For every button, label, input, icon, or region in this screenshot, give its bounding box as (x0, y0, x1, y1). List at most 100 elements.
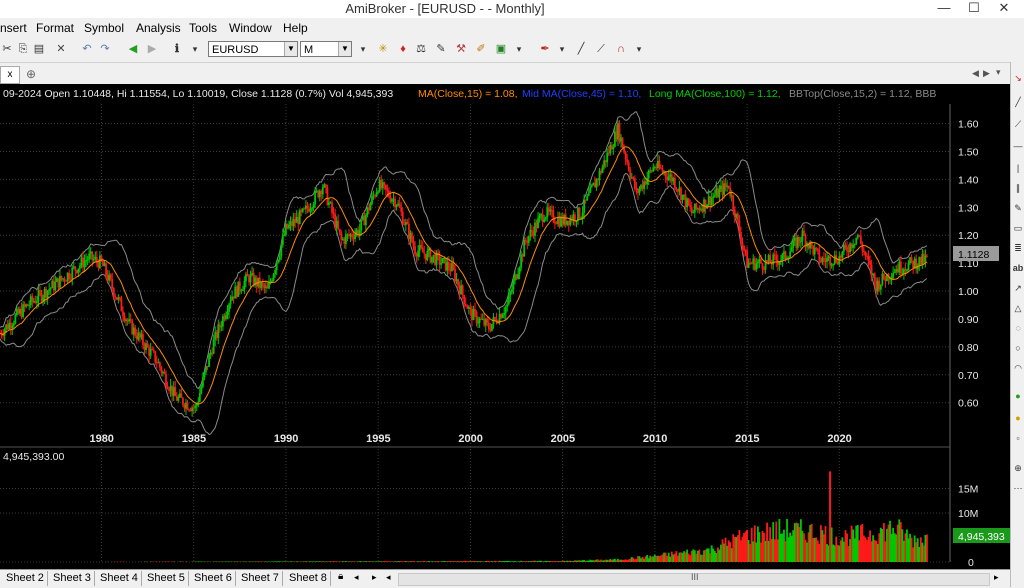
ray-tool-icon[interactable]: ⟋ (594, 42, 608, 56)
volume-bar (276, 561, 278, 562)
crosshair-icon[interactable]: ✳ (376, 42, 390, 56)
copy-icon[interactable]: ⎘ (16, 42, 30, 56)
text-tool-icon[interactable]: ab (1012, 262, 1024, 274)
maximize-button[interactable]: ☐ (960, 0, 988, 18)
price-chart[interactable]: 1.601.501.401.301.201.101.000.900.800.70… (0, 84, 1010, 569)
menu-format[interactable]: Format (36, 21, 74, 35)
export-icon[interactable]: ▣ (494, 42, 508, 56)
redo-icon[interactable]: ↷ (98, 42, 112, 56)
candle-body (242, 289, 244, 290)
menu-help[interactable]: Help (283, 21, 308, 35)
volume-bar (636, 559, 638, 562)
green-marker-icon[interactable]: ● (1012, 390, 1024, 402)
pen-tool-icon[interactable]: ✎ (1012, 202, 1024, 214)
magnet-dropdown-icon[interactable]: ▾ (632, 42, 646, 56)
menu-analysis[interactable]: Analysis (136, 21, 181, 35)
close-window-button[interactable]: ✕ (990, 0, 1018, 18)
lock-icon[interactable]: 🔒︎ (338, 571, 343, 582)
candle-body (648, 171, 650, 178)
minimize-button[interactable]: — (930, 0, 958, 18)
line-tool-icon[interactable]: ╱ (574, 42, 588, 56)
candle-body (606, 153, 608, 163)
vertical-line-icon[interactable]: | (1012, 162, 1024, 174)
volume-bar (551, 561, 553, 562)
parallel-lines-icon[interactable]: ∥ (1012, 182, 1024, 194)
candle-body (271, 281, 273, 282)
info-dropdown-icon[interactable]: ▾ (188, 42, 202, 56)
interval-dropdown-icon[interactable]: ▼ (338, 42, 351, 56)
scroll-left-icon[interactable]: ◂ (386, 572, 391, 583)
sheet-tab-8[interactable]: Sheet 8 (286, 571, 331, 586)
volume-bar (629, 559, 631, 562)
tab-menu-icon[interactable]: ▾ (996, 67, 1001, 78)
more-tools-icon[interactable]: ⋯ (1012, 482, 1024, 494)
menu-window[interactable]: Window (229, 21, 272, 35)
sheet-tab-4[interactable]: Sheet 4 (97, 571, 142, 586)
fibonacci-tool-icon[interactable]: ≣ (1012, 242, 1024, 254)
forward-icon[interactable]: ▶ (145, 42, 159, 56)
eraser-tool-icon[interactable]: ▫ (1012, 432, 1024, 444)
volume-bar (420, 561, 422, 562)
symbol-dropdown-icon[interactable]: ▼ (284, 42, 297, 56)
back-icon[interactable]: ◀ (126, 42, 140, 56)
zoom-tool-icon[interactable]: ⊕ (1012, 462, 1024, 474)
close-tab-button[interactable]: x (0, 66, 20, 84)
symbol-combo[interactable]: EURUSD ▼ (208, 41, 298, 57)
menu-symbol[interactable]: Symbol (84, 21, 124, 35)
sheet-tab-7[interactable]: Sheet 7 (238, 571, 283, 586)
scroll-thumb-grip[interactable]: III (691, 572, 699, 582)
paste-icon[interactable]: ▤ (32, 42, 46, 56)
sheet-tab-5[interactable]: Sheet 5 (144, 571, 189, 586)
volume-bar (639, 556, 641, 562)
interval-combo[interactable]: M ▼ (300, 41, 352, 57)
menu-insert[interactable]: nsert (0, 21, 27, 35)
cut-icon[interactable]: ✂ (0, 42, 14, 56)
tab-scroll-right-icon[interactable]: ▶ (983, 68, 990, 79)
trendline-tool-icon[interactable]: ╱ (1012, 96, 1024, 108)
candle-body (348, 234, 350, 236)
candle-body (476, 312, 478, 323)
interval-more-icon[interactable]: ▾ (356, 42, 370, 56)
draw-tool-icon[interactable]: ⚒ (454, 42, 468, 56)
tab-scroll-left-icon[interactable]: ◀ (972, 68, 979, 79)
ellipse-tool-icon[interactable]: ○ (1012, 342, 1024, 354)
candle-body (503, 313, 505, 315)
ray-tool-icon[interactable]: ⟋ (1012, 118, 1024, 130)
scale-icon[interactable]: ⚖ (414, 42, 428, 56)
candle-icon[interactable]: ♦ (396, 42, 410, 56)
rectangle-tool-icon[interactable]: ▭ (1012, 222, 1024, 234)
color-pen-icon[interactable]: ✒ (538, 42, 552, 56)
sheet-tab-2[interactable]: Sheet 2 (3, 571, 48, 586)
export-dropdown-icon[interactable]: ▾ (512, 42, 526, 56)
sheet-prev-icon[interactable]: ◂ (354, 572, 359, 583)
yellow-marker-icon[interactable]: ● (1012, 412, 1024, 424)
sheet-tab-6[interactable]: Sheet 6 (191, 571, 236, 586)
candle-body (170, 386, 172, 391)
add-tab-icon[interactable]: ⊕ (26, 67, 36, 81)
cycle-tool-icon[interactable]: ◌ (1012, 322, 1024, 334)
horizontal-line-icon[interactable]: — (1012, 140, 1024, 152)
select-tool-icon[interactable]: ↘ (1012, 72, 1024, 84)
menu-tools[interactable]: Tools (189, 21, 217, 35)
sheet-tab-3[interactable]: Sheet 3 (50, 571, 95, 586)
delete-icon[interactable]: ✕ (54, 42, 68, 56)
sheet-next-icon[interactable]: ▸ (372, 572, 377, 583)
candle-body (536, 223, 538, 228)
volume-bar (757, 526, 759, 562)
undo-icon[interactable]: ↶ (80, 42, 94, 56)
drawing-icon[interactable]: ✎ (434, 42, 448, 56)
magnet-icon[interactable]: ∩ (614, 42, 628, 56)
arc-tool-icon[interactable]: ◠ (1012, 362, 1024, 374)
volume-bar (802, 531, 804, 562)
pencil-icon[interactable]: ✐ (474, 42, 488, 56)
volume-bar (665, 553, 667, 562)
info-icon[interactable]: ℹ (170, 42, 184, 56)
color-dropdown-icon[interactable]: ▾ (555, 42, 569, 56)
scroll-right-icon[interactable]: ▸ (994, 572, 999, 583)
horizontal-scrollbar[interactable]: III (398, 573, 990, 586)
candle-body (159, 362, 161, 367)
triangle-tool-icon[interactable]: △ (1012, 302, 1024, 314)
volume-bar (662, 554, 664, 562)
candle-body (93, 259, 95, 260)
arrow-tool-icon[interactable]: ↗ (1012, 282, 1024, 294)
